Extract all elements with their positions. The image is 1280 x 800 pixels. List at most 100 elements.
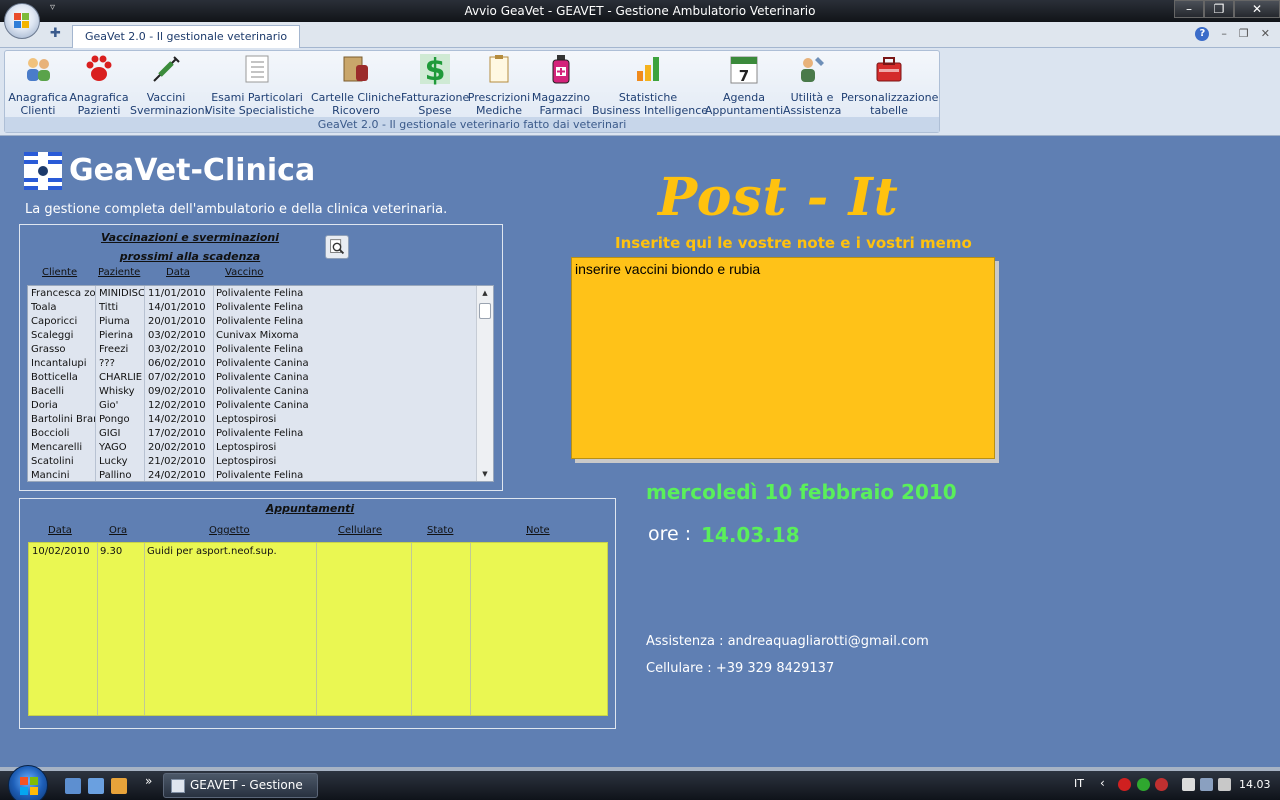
table-row[interactable]: Toala Titti 14/01/2010 Polivalente Felina [28,301,476,315]
col-header-app-note[interactable]: Note [526,525,550,536]
table-row[interactable]: Doria Gio' 12/02/2010 Polivalente Canina [28,399,476,413]
window-controls: – ❐ ✕ [1174,0,1280,18]
close-button[interactable]: ✕ [1234,0,1280,18]
appointments-list[interactable]: 10/02/2010 9.30 Guidi per asport.neof.su… [28,542,608,716]
prescrizioni-mediche-button[interactable]: Prescrizioni Mediche [467,53,531,117]
cell-paziente: GIGI [99,428,121,439]
network-tray-icon[interactable] [1200,778,1213,791]
windows-logo-icon [20,777,38,795]
quicklaunch-more-icon[interactable]: » [145,774,152,788]
scroll-thumb[interactable] [479,303,491,319]
cell-vaccino: Polivalente Felina [216,302,304,313]
doc-close-button[interactable]: ✕ [1261,27,1270,41]
vaccini-sverminazioni-button[interactable]: Vaccini Sverminazioni [130,53,208,117]
table-row[interactable]: Incantalupi??? 06/02/2010 Polivalente Cani… [28,357,476,371]
help-icon[interactable]: ? [1195,27,1210,41]
cell-cliente: Doria [31,400,58,411]
cell-paziente: Gio' [99,400,119,411]
postit-note-text: inserire vaccini biondo e rubia [575,261,761,277]
col-header-vaccino[interactable]: Vaccino [225,267,263,278]
switch-windows-icon[interactable] [88,778,104,794]
taskbar-geavet-button[interactable]: GEAVET - Gestione ... [163,773,318,798]
doc-minimize-button[interactable]: – [1221,27,1227,41]
scroll-up-icon[interactable]: ▲ [477,286,493,300]
col-header-paziente[interactable]: Paziente [98,267,140,278]
pin-icon[interactable]: ✚ [50,26,61,41]
bar-chart-icon [637,57,659,81]
scroll-down-icon[interactable]: ▼ [477,467,493,481]
vaccinations-panel: Vaccinazioni e sverminazioni prossimi al… [19,224,503,491]
agenda-appuntamenti-button[interactable]: 7 Agenda Appuntamenti [704,53,784,117]
doc-restore-button[interactable]: ❐ [1239,27,1249,41]
cell-data: 06/02/2010 [148,358,206,369]
explorer-icon[interactable] [111,778,127,794]
col-header-app-ora[interactable]: Ora [109,525,127,536]
cell-vaccino: Leptospirosi [216,456,277,467]
col-header-data[interactable]: Data [166,267,190,278]
sync-tray-icon[interactable] [1137,778,1150,791]
cell-cliente: Incantalupi [31,358,87,369]
vaccinations-subtitle: prossimi alla scadenza [119,250,261,263]
cell-vaccino: Leptospirosi [216,442,277,453]
col-header-app-stato[interactable]: Stato [427,525,453,536]
vaccinations-list[interactable]: Francesca zoc MINIDISC 11/01/2010 Polivalen… [27,285,494,482]
table-row[interactable]: Mencarelli YAGO 20/02/2010 Leptospirosi [28,441,476,455]
antivirus-tray-icon[interactable] [1118,778,1131,791]
cell-paziente: Lucky [99,456,128,467]
tab-geavet[interactable]: GeaVet 2.0 - Il gestionale veterinario [72,25,301,48]
taskbar-clock[interactable]: 14.03 [1239,778,1271,791]
language-indicator[interactable]: IT [1074,777,1084,790]
power-tray-icon[interactable] [1182,778,1195,791]
minimize-button[interactable]: – [1174,0,1204,18]
table-row[interactable]: Bartolini Bran Pongo 14/02/2010 Leptospiros… [28,413,476,427]
personalizzazione-tabelle-button[interactable]: Personalizzazione tabelle [841,53,938,117]
esami-visite-button[interactable]: Esami Particolari Visite Specialistiche [205,53,314,117]
fatturazione-spese-button[interactable]: $ Fatturazione Spese [401,53,469,117]
restore-button[interactable]: ❐ [1204,0,1234,18]
cell-vaccino: Polivalente Felina [216,288,304,299]
col-header-app-data[interactable]: Data [48,525,72,536]
cell-cliente: Boccioli [31,428,70,439]
cell-data: 14/01/2010 [148,302,206,313]
geavet-logo-icon [24,152,62,190]
vaccinations-scrollbar[interactable]: ▲ ▼ [476,286,493,481]
cell-data: 17/02/2010 [148,428,206,439]
time-label: ore : [648,523,692,545]
anagrafica-clienti-button[interactable]: Anagrafica Clienti [8,53,68,117]
table-row[interactable]: Francesca zoc MINIDISC 11/01/2010 Polivalen… [28,287,476,301]
cell-cliente: Grasso [31,344,66,355]
table-row[interactable]: Scaleggi Pierina 03/02/2010 Cunivax Mixoma [28,329,476,343]
security-tray-icon[interactable] [1155,778,1168,791]
magazzino-farmaci-button[interactable]: Magazzino Farmaci [529,53,593,117]
statistiche-button[interactable]: Statistiche Business Intelligence [592,53,708,117]
table-row[interactable]: Bacelli Whisky 09/02/2010 Polivalente Canin… [28,385,476,399]
tray-expand-icon[interactable]: ‹ [1100,776,1105,790]
col-header-cliente[interactable]: Cliente [42,267,77,278]
cartelle-cliniche-button[interactable]: Cartelle Cliniche Ricovero [310,53,402,117]
appointment-date: 10/02/2010 [32,546,90,557]
table-row[interactable]: Scatolini Lucky 21/02/2010 Leptospirosi [28,455,476,469]
postit-textarea[interactable]: inserire vaccini biondo e rubia [571,257,995,459]
cell-cliente: Mancini [31,470,70,481]
current-time: 14.03.18 [701,523,800,547]
table-row[interactable]: Boccioli GIGI 17/02/2010 Polivalente Felina [28,427,476,441]
col-header-app-oggetto[interactable]: Oggetto [209,525,250,536]
col-header-app-cellulare[interactable]: Cellulare [338,525,382,536]
quick-access-dropdown-icon[interactable]: ▿ [50,2,55,13]
current-date: mercoledì 10 febbraio 2010 [646,480,957,504]
table-row[interactable]: Botticella CHARLIE 07/02/2010 Polivalente C… [28,371,476,385]
utilita-assistenza-button[interactable]: Utilità e Assistenza [783,53,841,117]
anagrafica-pazienti-button[interactable]: Anagrafica Pazienti [69,53,129,117]
table-row[interactable]: Caporicci Piuma 20/01/2010 Polivalente Feli… [28,315,476,329]
volume-tray-icon[interactable] [1218,778,1231,791]
office-button[interactable] [4,3,40,39]
start-button[interactable] [8,765,48,800]
medicine-bottle-icon [552,55,570,84]
search-button[interactable] [325,235,349,259]
magnifier-icon [330,239,345,255]
show-desktop-icon[interactable] [65,778,81,794]
window-title: Avvio GeaVet - GEAVET - Gestione Ambulat… [464,4,816,18]
table-row[interactable]: Grasso Freezi 03/02/2010 Polivalente Felina [28,343,476,357]
table-row[interactable]: Mancini Pallino 24/02/2010 Polivalente Feli… [28,469,476,481]
cell-vaccino: Polivalente Canina [216,358,309,369]
